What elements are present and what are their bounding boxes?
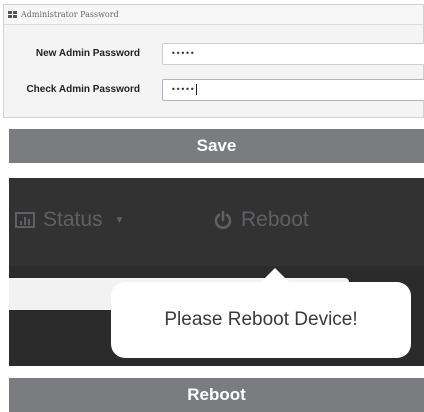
admin-password-header: Administrator Password bbox=[4, 5, 423, 25]
new-password-row: New Admin Password ••••• bbox=[4, 41, 424, 67]
nav-reboot-label: Reboot bbox=[241, 208, 309, 231]
check-password-label: Check Admin Password bbox=[26, 84, 140, 95]
check-password-value: ••••• bbox=[171, 85, 195, 94]
check-password-row: Check Admin Password ••••• bbox=[4, 77, 424, 103]
reboot-popover: Please Reboot Device! bbox=[111, 282, 411, 358]
popover-message: Please Reboot Device! bbox=[164, 309, 358, 330]
admin-password-title: Administrator Password bbox=[21, 10, 119, 19]
new-password-value: ••••• bbox=[171, 49, 195, 58]
power-icon bbox=[213, 210, 233, 230]
nav-status-menu[interactable]: Status ▼ bbox=[15, 208, 124, 232]
new-password-label: New Admin Password bbox=[35, 48, 140, 59]
reboot-button[interactable]: Reboot bbox=[9, 378, 424, 412]
save-button[interactable]: Save bbox=[9, 129, 424, 163]
nav-reboot-button[interactable]: Reboot bbox=[213, 208, 309, 232]
admin-password-panel: Administrator Password New Admin Passwor… bbox=[3, 4, 424, 118]
chevron-down-icon: ▼ bbox=[114, 214, 125, 226]
text-caret bbox=[195, 84, 197, 95]
check-password-input[interactable]: ••••• bbox=[162, 79, 424, 101]
bar-chart-icon bbox=[15, 212, 35, 228]
nav-status-label: Status bbox=[43, 208, 103, 231]
new-password-input[interactable]: ••••• bbox=[162, 43, 424, 65]
navbar-panel: Status ▼ Reboot Please Reboot Device! bbox=[9, 178, 424, 366]
grid-icon bbox=[8, 10, 17, 19]
